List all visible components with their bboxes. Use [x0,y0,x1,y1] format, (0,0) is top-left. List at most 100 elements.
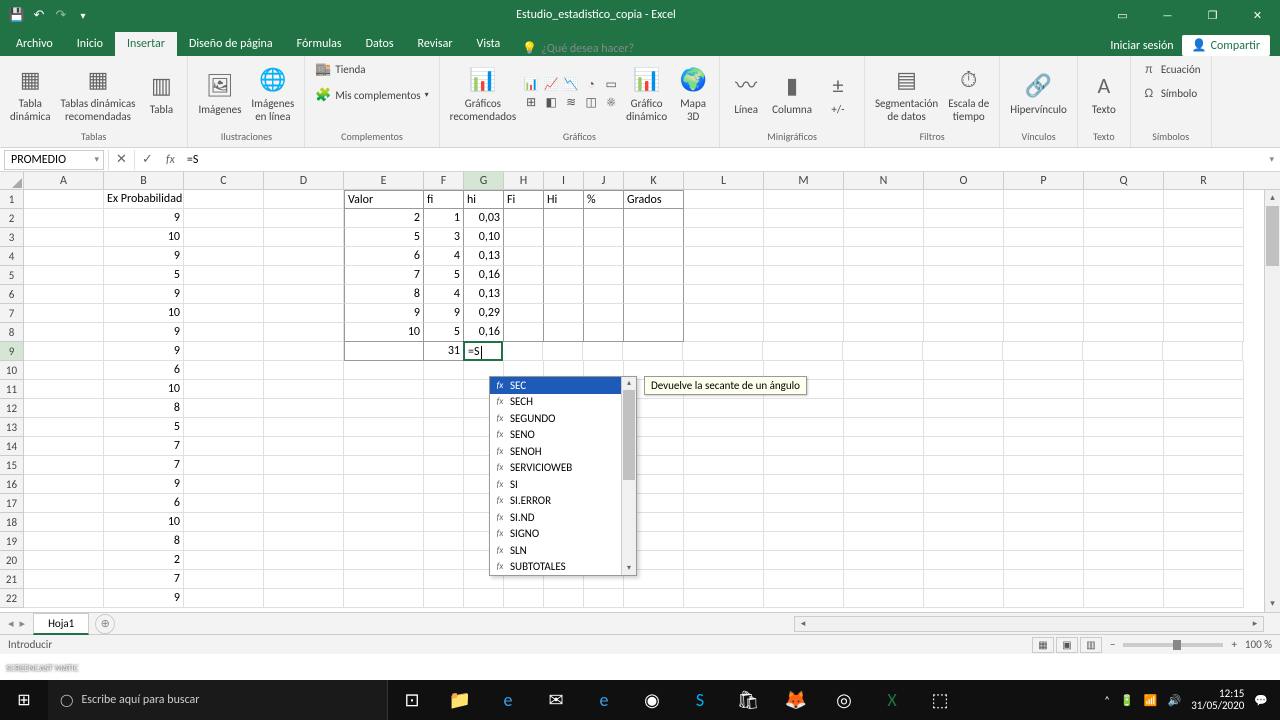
sparkline-winloss-button[interactable]: ±+/- [818,68,858,118]
images-button[interactable]: 🖼Imágenes [194,68,245,118]
cell[interactable] [504,285,544,304]
cell[interactable] [24,209,104,228]
cell[interactable] [424,437,464,456]
cell[interactable] [424,475,464,494]
cell[interactable] [184,285,264,304]
cell[interactable]: 0,10 [464,228,504,247]
cell[interactable] [924,266,1004,285]
cell[interactable] [624,589,684,608]
cell[interactable] [684,228,764,247]
cell[interactable] [624,228,684,247]
cell[interactable] [544,589,584,608]
cell[interactable] [764,494,844,513]
cell[interactable]: fi [424,190,464,209]
cell[interactable] [1004,285,1084,304]
row-header[interactable]: 4 [0,247,24,266]
cell[interactable] [184,475,264,494]
tray-clock[interactable]: 12:1531/05/2020 [1191,688,1244,712]
cell[interactable] [1004,247,1084,266]
timeline-button[interactable]: ⏱Escala de tiempo [944,62,993,124]
cell[interactable] [424,418,464,437]
cell[interactable] [844,304,924,323]
cell[interactable] [924,456,1004,475]
cell[interactable] [844,437,924,456]
autocomplete-item[interactable]: fxSLN [490,542,636,559]
row-header[interactable]: 5 [0,266,24,285]
column-header[interactable]: H [504,172,544,189]
cell[interactable] [264,475,344,494]
cell[interactable] [684,285,764,304]
cell[interactable] [1164,532,1244,551]
cell[interactable] [264,456,344,475]
qat-dropdown-icon[interactable]: ▾ [74,6,92,24]
cell[interactable] [764,532,844,551]
cell[interactable]: 0,16 [464,323,504,342]
start-button[interactable]: ⊞ [0,680,48,720]
cell[interactable] [1004,209,1084,228]
sheet-nav-prev-icon[interactable]: ◂ [8,617,14,630]
cell[interactable] [624,285,684,304]
cell[interactable] [24,456,104,475]
tellme-input[interactable]: ¿Qué desea hacer? [541,42,634,56]
row-header[interactable]: 3 [0,228,24,247]
cell[interactable]: Valor [344,190,424,209]
sparkline-line-button[interactable]: 〰Línea [726,68,766,118]
sparkline-col-button[interactable]: ▮Columna [768,68,816,118]
cell[interactable] [504,266,544,285]
cell[interactable] [764,323,844,342]
cell[interactable] [184,456,264,475]
tab-revisar[interactable]: Revisar [406,32,465,56]
cell[interactable] [24,570,104,589]
cell[interactable] [1084,266,1164,285]
cell[interactable] [1164,361,1244,380]
cell[interactable] [1084,190,1164,209]
name-box[interactable]: PROMEDIO [4,150,104,170]
cell[interactable]: Ex Probabilidad [104,190,184,209]
cell[interactable] [1004,266,1084,285]
cell[interactable] [1084,399,1164,418]
cell[interactable] [684,589,764,608]
cell[interactable] [184,304,264,323]
cell[interactable] [344,589,424,608]
cell[interactable] [264,551,344,570]
cell[interactable] [683,342,763,361]
cell[interactable] [24,342,104,361]
cell[interactable] [1164,494,1244,513]
cell[interactable] [344,361,424,380]
cell[interactable] [1004,418,1084,437]
cell[interactable] [1084,456,1164,475]
cell[interactable] [1084,247,1164,266]
cell[interactable] [24,247,104,266]
zoom-out-button[interactable]: − [1110,638,1115,651]
cell[interactable] [344,513,424,532]
add-sheet-button[interactable]: ⊕ [95,614,115,634]
autocomplete-item[interactable]: fxSI.ERROR [490,493,636,510]
autocomplete-item[interactable]: fxSENOH [490,443,636,460]
cell[interactable] [764,437,844,456]
cell[interactable] [844,551,924,570]
cell[interactable] [184,209,264,228]
cell[interactable] [504,323,544,342]
zoom-level[interactable]: 100 % [1245,638,1272,651]
cell[interactable] [344,494,424,513]
cell[interactable]: 9 [344,304,424,323]
cell[interactable] [1004,190,1084,209]
cell[interactable]: 8 [104,532,184,551]
cell[interactable]: 5 [344,228,424,247]
cell[interactable] [924,570,1004,589]
cell[interactable] [184,589,264,608]
tab-insertar[interactable]: Insertar [115,32,177,56]
cell[interactable] [344,418,424,437]
spreadsheet-grid[interactable]: ABCDEFGHIJKLMNOPQR 1Ex ProbabilidadValor… [0,172,1280,612]
row-header[interactable]: 17 [0,494,24,513]
row-header[interactable]: 11 [0,380,24,399]
cell[interactable]: 10 [344,323,424,342]
cell[interactable] [424,456,464,475]
cell[interactable] [1164,418,1244,437]
column-header[interactable]: C [184,172,264,189]
cell[interactable] [584,266,624,285]
cell[interactable] [544,285,584,304]
tray-battery-icon[interactable]: 🔋 [1120,694,1134,707]
cell[interactable] [424,361,464,380]
addins-button[interactable]: 🧩Mis complementos▾ [311,85,432,105]
